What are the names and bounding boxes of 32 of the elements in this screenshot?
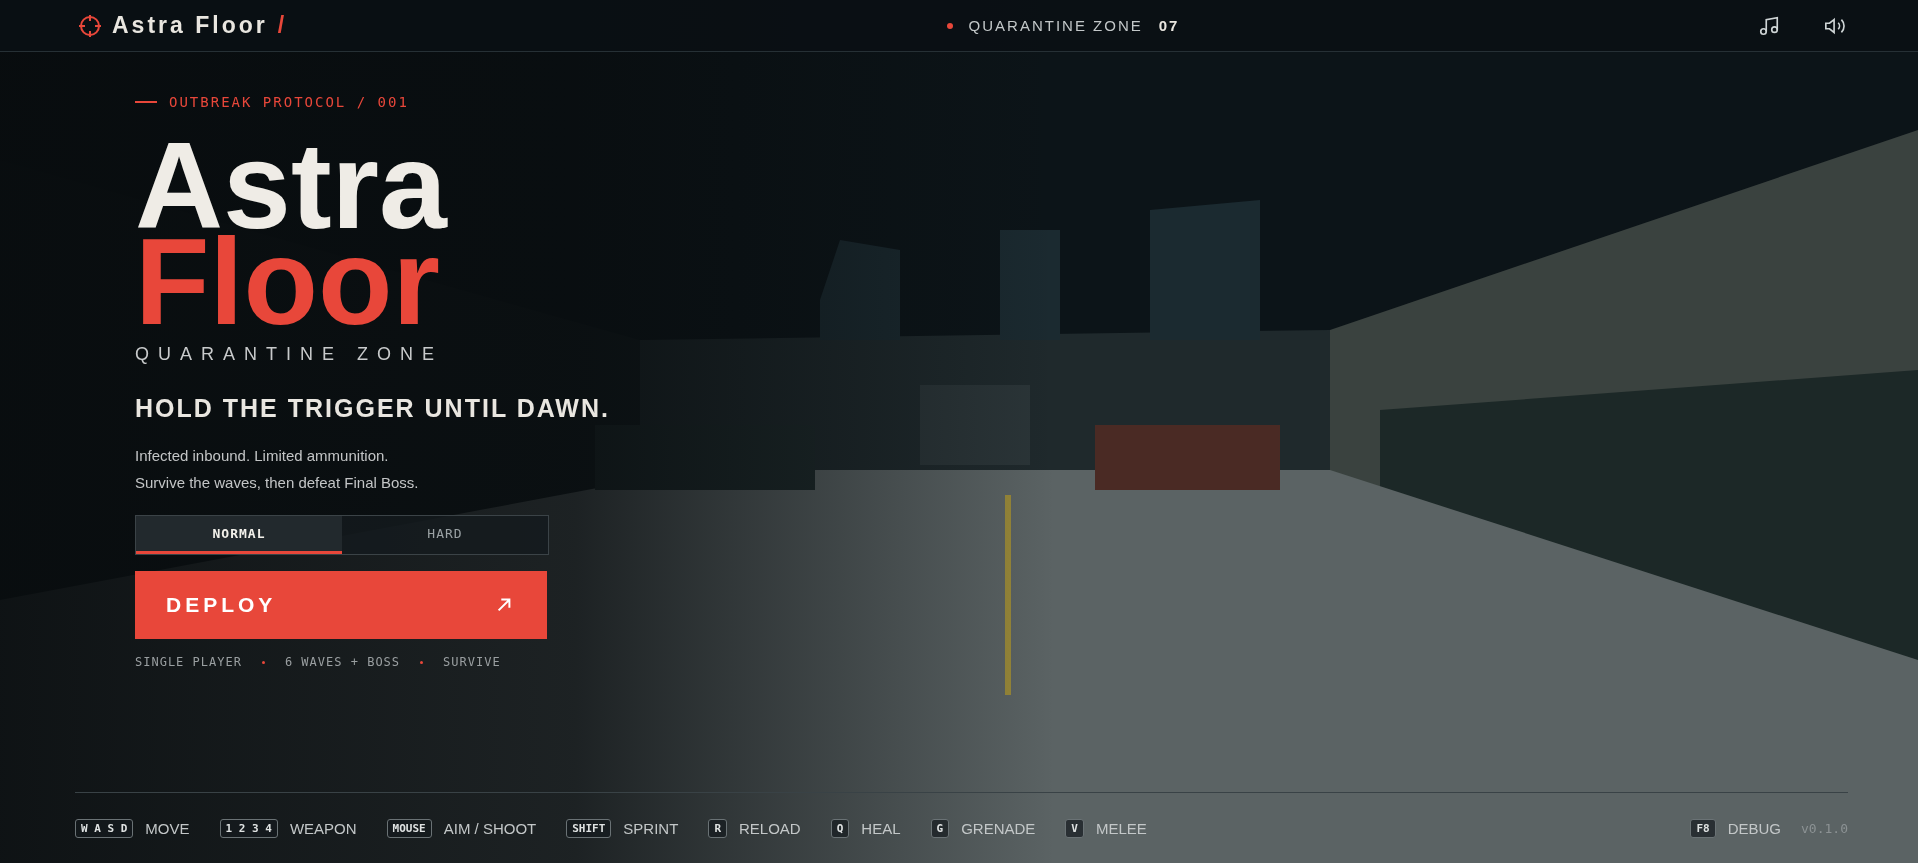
- deploy-button[interactable]: DEPLOY: [135, 571, 547, 639]
- brand-name: Astra Floor: [112, 12, 268, 39]
- game-title: Astra Floor: [135, 134, 449, 336]
- arrow-icon: [495, 596, 513, 614]
- control-label: HEAL: [861, 819, 901, 837]
- meta-text: 6 WAVES + BOSS: [284, 655, 401, 669]
- separator-dot: [420, 660, 424, 664]
- control-label: MOVE: [145, 819, 190, 837]
- separator-dot: [261, 660, 265, 664]
- control-label: WEAPON: [289, 819, 357, 837]
- control-label: MELEE: [1095, 819, 1147, 837]
- key-cap: V: [1065, 818, 1084, 838]
- description-line: Infected inbound. Limited ammunition.: [135, 447, 390, 464]
- control-label: SPRINT: [623, 819, 679, 837]
- zone-label: QUARANTINE ZONE: [968, 17, 1143, 34]
- eyebrow-text: OUTBREAK PROTOCOL / 001: [169, 94, 409, 110]
- control-label: AIM / SHOOT: [443, 819, 537, 837]
- control-label: DEBUG: [1727, 819, 1782, 837]
- subtitle: QUARANTINE ZONE: [135, 344, 444, 365]
- key-cap: W A S D: [75, 818, 134, 838]
- headline: HOLD THE TRIGGER UNTIL DAWN.: [135, 393, 610, 424]
- control-label: GRENADE: [961, 819, 1036, 837]
- description-line: Survive the waves, then defeat Final Boss.: [135, 474, 420, 491]
- difficulty-tab[interactable]: HARD: [342, 516, 548, 554]
- control-label: RELOAD: [739, 819, 801, 837]
- meta-text: SINGLE PLAYER: [135, 655, 242, 669]
- brand-slash: /: [277, 12, 285, 39]
- status-dot: [946, 22, 953, 29]
- zone-number: 07: [1158, 17, 1180, 34]
- difficulty-tab[interactable]: NORMAL: [136, 516, 342, 554]
- meta-text: SURVIVE: [443, 655, 501, 669]
- crosshair-icon: [78, 13, 102, 38]
